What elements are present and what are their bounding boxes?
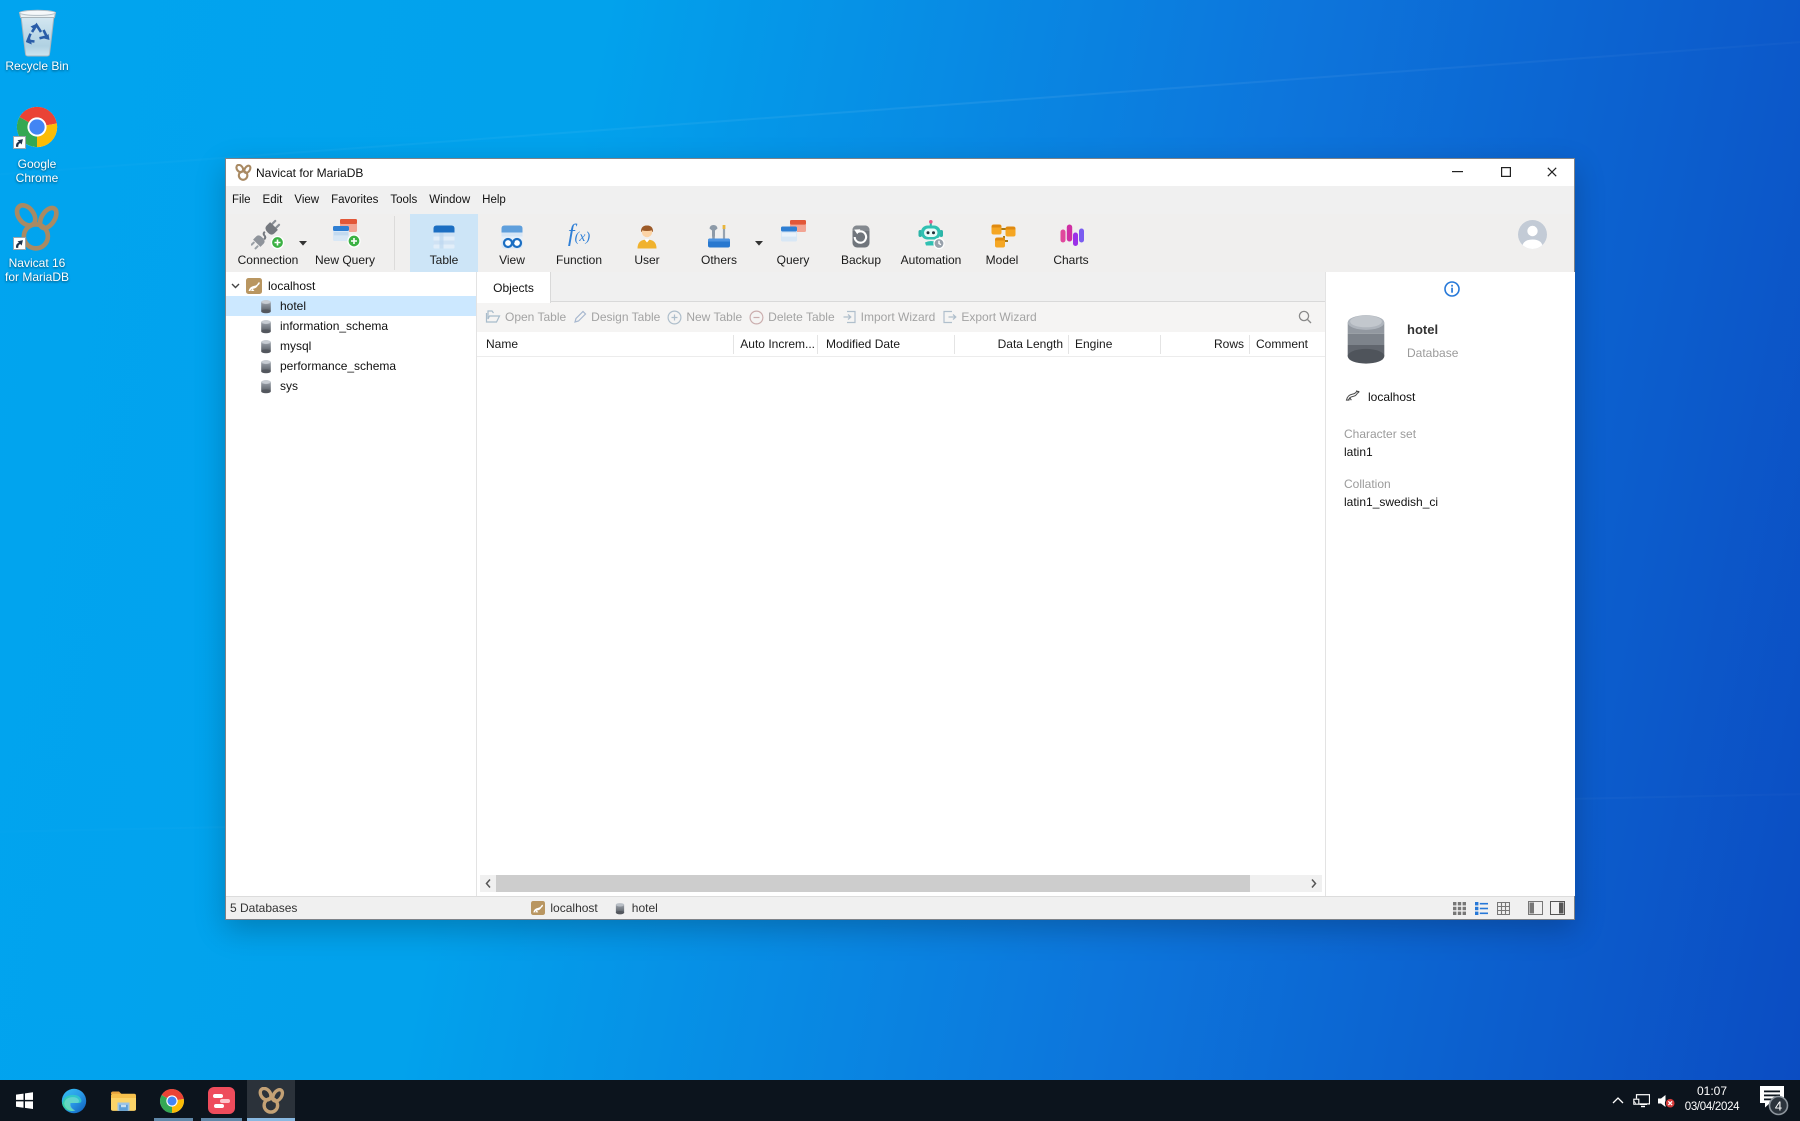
svg-text:4: 4: [1775, 1098, 1782, 1113]
